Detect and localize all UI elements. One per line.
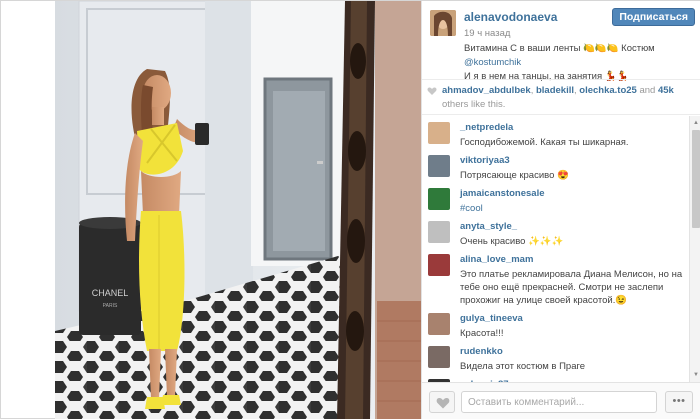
comment-item: gulya_tineeva Красота!!! — [422, 307, 690, 340]
comment-text: Очень красиво ✨✨✨ — [460, 236, 564, 247]
commenter-username[interactable]: anyta_style_ — [460, 221, 690, 233]
more-options-icon: ••• — [672, 395, 686, 407]
heart-icon — [427, 87, 437, 95]
more-options-button[interactable]: ••• — [665, 391, 693, 413]
comments-list: _netpredela Господибожемой. Какая ты шик… — [422, 116, 690, 382]
like-button[interactable] — [429, 391, 455, 413]
comment-text: Это платье рекламировала Диана Мелисон, … — [460, 269, 683, 306]
post-header: alenavodonaeva Подписаться 19 ч назад Ви… — [422, 1, 700, 82]
likes-and: and — [636, 85, 658, 96]
hashtag-link[interactable]: #cool — [460, 202, 690, 215]
post-footer: ••• — [422, 382, 700, 419]
scrollbar-thumb[interactable] — [692, 130, 700, 228]
comment-text: Красота!!! — [460, 328, 504, 339]
chanel-sign-sub: PARIS — [103, 303, 118, 309]
commenter-avatar[interactable] — [428, 254, 450, 276]
comment-item: viktoriyaa3 Потрясающе красиво 😍 — [422, 149, 690, 182]
post-sidebar: alenavodonaeva Подписаться 19 ч назад Ви… — [421, 1, 700, 419]
comment-text: Потрясающе красиво 😍 — [460, 170, 569, 181]
likes-text: ahmadov_abdulbek, bladekill, olechka.to2… — [442, 84, 697, 112]
comment-item: jamaicanstonesale #cool — [422, 182, 690, 215]
commenter-avatar[interactable] — [428, 346, 450, 368]
avatar[interactable] — [430, 10, 456, 36]
heart-icon — [436, 398, 450, 409]
commenter-avatar[interactable] — [428, 155, 450, 177]
comment-item: _netpredela Господибожемой. Какая ты шик… — [422, 116, 690, 149]
comments-scrollbar[interactable]: ▲ ▼ — [689, 116, 700, 382]
commenter-avatar[interactable] — [428, 188, 450, 210]
post-photo: CHANEL PARIS — [55, 1, 421, 419]
commenter-avatar[interactable] — [428, 313, 450, 335]
likes-others: others like this. — [442, 99, 506, 110]
commenter-username[interactable]: viktoriyaa3 — [460, 155, 690, 167]
likes-count[interactable]: 45k — [658, 85, 674, 96]
commenter-username[interactable]: rudenkko — [460, 346, 690, 358]
commenter-avatar[interactable] — [428, 122, 450, 144]
liker-link[interactable]: olechka.to25 — [579, 85, 637, 96]
comment-item: alina_love_mam Это платье рекламировала … — [422, 248, 690, 307]
caption-text: Витамина С в ваши ленты 🍋🍋🍋 Костюм — [464, 43, 655, 54]
comment-item: salonaia87 — [422, 373, 690, 382]
comment-item: rudenkko Видела этот костюм в Праге — [422, 340, 690, 373]
scroll-down-arrow-icon[interactable]: ▼ — [692, 371, 700, 379]
comment-item: anyta_style_ Очень красиво ✨✨✨ — [422, 215, 690, 248]
post-window: CHANEL PARIS alenavodonaeva Подписаться … — [0, 0, 700, 419]
liker-link[interactable]: bladekill — [536, 85, 574, 96]
chanel-sign-text: CHANEL — [92, 288, 129, 298]
commenter-username[interactable]: alina_love_mam — [460, 254, 690, 266]
commenter-username[interactable]: gulya_tineeva — [460, 313, 690, 325]
caption-mention-link[interactable]: @kostumchik — [464, 57, 521, 68]
post-username[interactable]: alenavodonaeva — [464, 10, 557, 24]
commenter-avatar[interactable] — [428, 221, 450, 243]
comment-text: Видела этот костюм в Праге — [460, 361, 586, 372]
liker-link[interactable]: ahmadov_abdulbek — [442, 85, 531, 96]
commenter-username[interactable]: _netpredela — [460, 122, 690, 134]
comment-input[interactable] — [461, 391, 657, 413]
post-timestamp: 19 ч назад — [464, 28, 511, 39]
commenter-username[interactable]: jamaicanstonesale — [460, 188, 690, 200]
likes-section: ahmadov_abdulbek, bladekill, olechka.to2… — [422, 79, 700, 115]
scroll-up-arrow-icon[interactable]: ▲ — [692, 119, 700, 127]
post-caption: Витамина С в ваши ленты 🍋🍋🍋 Костюм @kost… — [464, 42, 696, 84]
follow-button[interactable]: Подписаться — [612, 8, 695, 26]
comment-text: Господибожемой. Какая ты шикарная. — [460, 137, 629, 148]
